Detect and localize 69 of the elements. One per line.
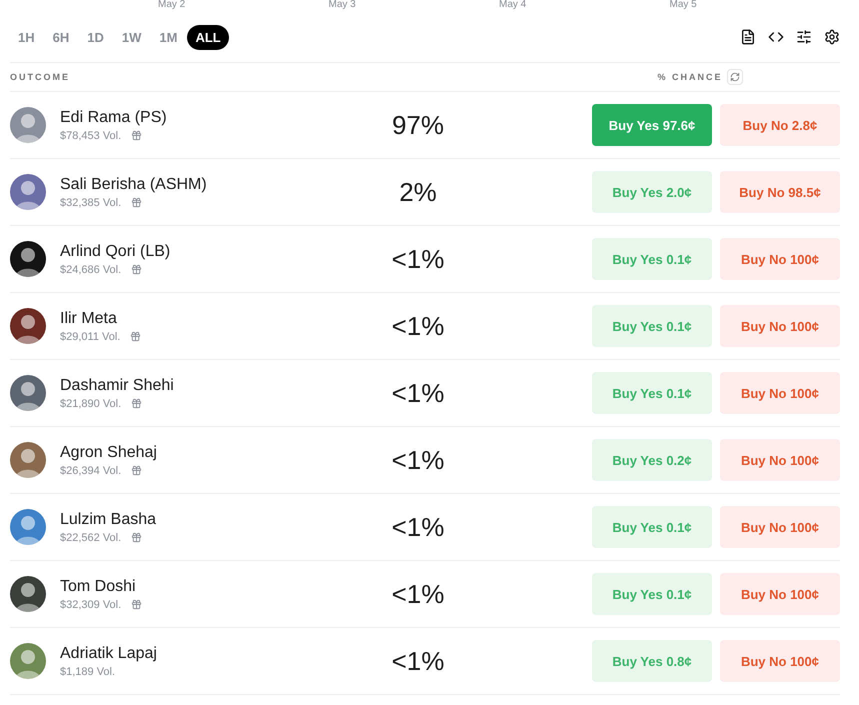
chance-value: 97% xyxy=(392,110,444,140)
gift-icon[interactable] xyxy=(131,130,142,141)
outcome-name: Sali Berisha (ASHM) xyxy=(60,176,207,194)
outcome-name: Tom Doshi xyxy=(60,578,137,596)
time-range-tab[interactable]: 1H xyxy=(10,24,43,50)
buy-yes-button[interactable]: Buy Yes 0.8¢ xyxy=(592,640,712,682)
chance-value: <1% xyxy=(392,310,444,342)
time-range-tab[interactable]: ALL xyxy=(187,24,229,50)
buy-no-button[interactable]: Buy No 100¢ xyxy=(720,573,840,615)
axis-label: May 5 xyxy=(670,0,698,10)
chance-value: <1% xyxy=(392,512,444,542)
volume-text: $1,189 Vol. xyxy=(60,666,116,678)
gift-icon[interactable] xyxy=(131,465,142,476)
settings-icon[interactable] xyxy=(824,29,840,45)
volume-text: $22,562 Vol. xyxy=(60,532,122,544)
volume-text: $78,453 Vol. xyxy=(60,130,122,142)
column-header: % CHANCE xyxy=(657,72,722,82)
axis-label: May 2 xyxy=(158,0,186,10)
buy-no-button[interactable]: Buy No 100¢ xyxy=(720,439,840,481)
time-range-tab[interactable]: 1D xyxy=(79,24,112,50)
outcome-name: Ilir Meta xyxy=(60,310,118,328)
chance-value: <1% xyxy=(392,378,444,408)
chance-value: <1% xyxy=(392,578,444,610)
chance-value: 2% xyxy=(399,176,437,208)
outcome-name: Edi Rama (PS) xyxy=(60,108,167,126)
outcome-name: Agron Shehaj xyxy=(60,444,157,462)
buy-yes-button[interactable]: Buy Yes 0.1¢ xyxy=(592,372,712,414)
outcome-name: Arlind Qori (LB) xyxy=(60,242,170,260)
buy-no-button[interactable]: Buy No 100¢ xyxy=(720,238,840,280)
volume-text: $24,686 Vol. xyxy=(60,264,122,276)
gift-icon[interactable] xyxy=(131,197,142,208)
axis-label: May 4 xyxy=(499,0,528,10)
volume-text: $32,309 Vol. xyxy=(60,598,122,610)
chance-value: <1% xyxy=(392,244,444,274)
axis-label: May 3 xyxy=(328,0,357,10)
buy-yes-button[interactable]: Buy Yes 0.1¢ xyxy=(592,573,712,615)
buy-no-button[interactable]: Buy No 100¢ xyxy=(720,506,840,548)
gift-icon[interactable] xyxy=(131,599,142,610)
buy-yes-button[interactable]: Buy Yes 0.1¢ xyxy=(592,305,712,347)
buy-yes-button[interactable]: Buy Yes 0.1¢ xyxy=(592,506,712,548)
time-range-tab[interactable]: 6H xyxy=(44,24,78,50)
buy-no-button[interactable]: Buy No 2.8¢ xyxy=(720,104,840,146)
buy-no-button[interactable]: Buy No 100¢ xyxy=(720,640,840,682)
column-header: OUTCOME xyxy=(10,72,71,82)
outcome-name: Dashamir Shehi xyxy=(60,376,174,394)
chance-value: <1% xyxy=(392,646,444,676)
volume-text: $21,890 Vol. xyxy=(60,398,122,410)
buy-no-button[interactable]: Buy No 100¢ xyxy=(720,372,840,414)
outcome-name: Lulzim Basha xyxy=(60,510,156,528)
gift-icon[interactable] xyxy=(131,532,142,543)
buy-yes-button[interactable]: Buy Yes 97.6¢ xyxy=(592,104,712,146)
document-icon[interactable] xyxy=(740,29,756,45)
buy-yes-button[interactable]: Buy Yes 0.1¢ xyxy=(592,238,712,280)
volume-text: $26,394 Vol. xyxy=(60,464,122,476)
sliders-icon[interactable] xyxy=(796,29,812,45)
buy-no-button[interactable]: Buy No 100¢ xyxy=(720,305,840,347)
volume-text: $32,385 Vol. xyxy=(60,196,122,208)
outcome-name: Adriatik Lapaj xyxy=(60,644,157,662)
buy-yes-button[interactable]: Buy Yes 0.2¢ xyxy=(592,439,712,481)
buy-yes-button[interactable]: Buy Yes 2.0¢ xyxy=(592,171,712,213)
gift-icon[interactable] xyxy=(131,398,142,409)
gift-icon[interactable] xyxy=(131,264,142,275)
chance-value: <1% xyxy=(392,444,444,476)
time-range-tab[interactable]: 1W xyxy=(114,24,150,50)
buy-no-button[interactable]: Buy No 98.5¢ xyxy=(720,171,840,213)
refresh-icon[interactable] xyxy=(726,69,742,85)
time-range-tab[interactable]: 1M xyxy=(151,24,186,50)
gift-icon[interactable] xyxy=(130,331,142,342)
volume-text: $29,011 Vol. xyxy=(60,330,120,342)
